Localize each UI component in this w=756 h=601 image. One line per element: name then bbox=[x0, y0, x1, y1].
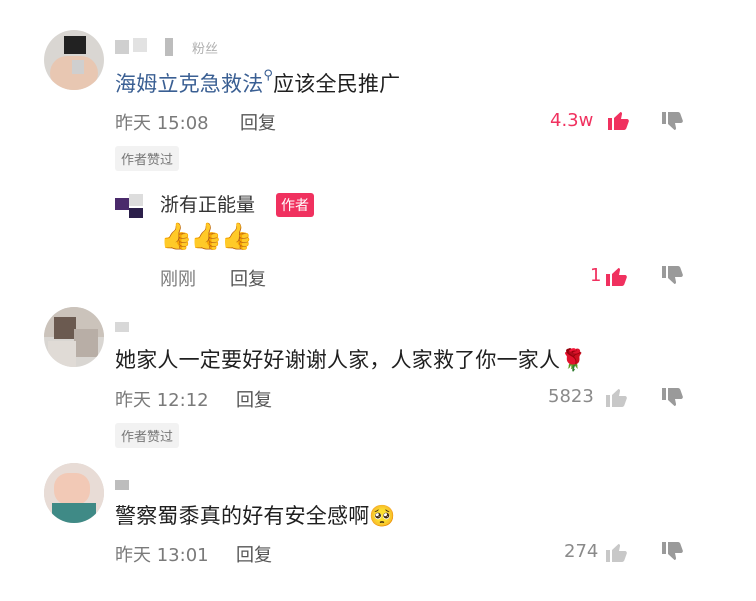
comment-time: 昨天 13:01 bbox=[115, 545, 209, 566]
comment-time: 昨天 15:08 bbox=[115, 113, 209, 134]
reply-text: 👍👍👍 bbox=[160, 222, 253, 252]
thumbs-up-icon[interactable] bbox=[604, 264, 628, 288]
reply-avatar[interactable] bbox=[115, 190, 155, 230]
thumbs-up-icon[interactable] bbox=[604, 540, 628, 564]
comment-time: 昨天 12:12 bbox=[115, 390, 209, 411]
thumbs-down-icon[interactable] bbox=[660, 110, 684, 134]
username-blurred bbox=[115, 322, 129, 332]
like-count: 4.3w bbox=[550, 110, 594, 131]
avatar[interactable] bbox=[44, 463, 104, 523]
reply-button[interactable]: 回复 bbox=[240, 109, 276, 135]
reply-button[interactable]: 回复 bbox=[236, 541, 272, 567]
reply-button[interactable]: 回复 bbox=[236, 386, 272, 412]
thumbs-up-icon[interactable] bbox=[606, 108, 630, 132]
avatar[interactable] bbox=[44, 30, 104, 90]
like-count: 274 bbox=[564, 541, 599, 562]
fan-label: 粉丝 bbox=[192, 42, 219, 57]
search-icon: ⚲ bbox=[263, 68, 274, 83]
author-liked-badge: 作者赞过 bbox=[115, 146, 180, 171]
search-link[interactable]: 海姆立克急救法 bbox=[115, 72, 263, 96]
comment-text: 她家人一定要好好谢谢人家，人家救了你一家人🌹 bbox=[115, 348, 587, 372]
thumbs-down-icon[interactable] bbox=[660, 540, 684, 564]
username-blurred bbox=[115, 480, 129, 490]
avatar[interactable] bbox=[44, 307, 104, 367]
reply-username[interactable]: 浙有正能量 bbox=[160, 190, 255, 217]
like-count: 5823 bbox=[548, 386, 594, 407]
author-liked-badge: 作者赞过 bbox=[115, 423, 180, 448]
like-count: 1 bbox=[590, 265, 602, 286]
thumbs-down-icon[interactable] bbox=[660, 264, 684, 288]
comment-text: 海姆立克急救法⚲应该全民推广 bbox=[115, 68, 401, 96]
author-badge: 作者 bbox=[276, 193, 314, 217]
thumbs-up-icon[interactable] bbox=[604, 385, 628, 409]
reply-time: 刚刚 bbox=[160, 269, 196, 290]
reply-button[interactable]: 回复 bbox=[230, 265, 266, 291]
username-blurred bbox=[115, 38, 190, 56]
comment-text: 警察蜀黍真的好有安全感啊🥺 bbox=[115, 504, 396, 528]
thumbs-down-icon[interactable] bbox=[660, 386, 684, 410]
